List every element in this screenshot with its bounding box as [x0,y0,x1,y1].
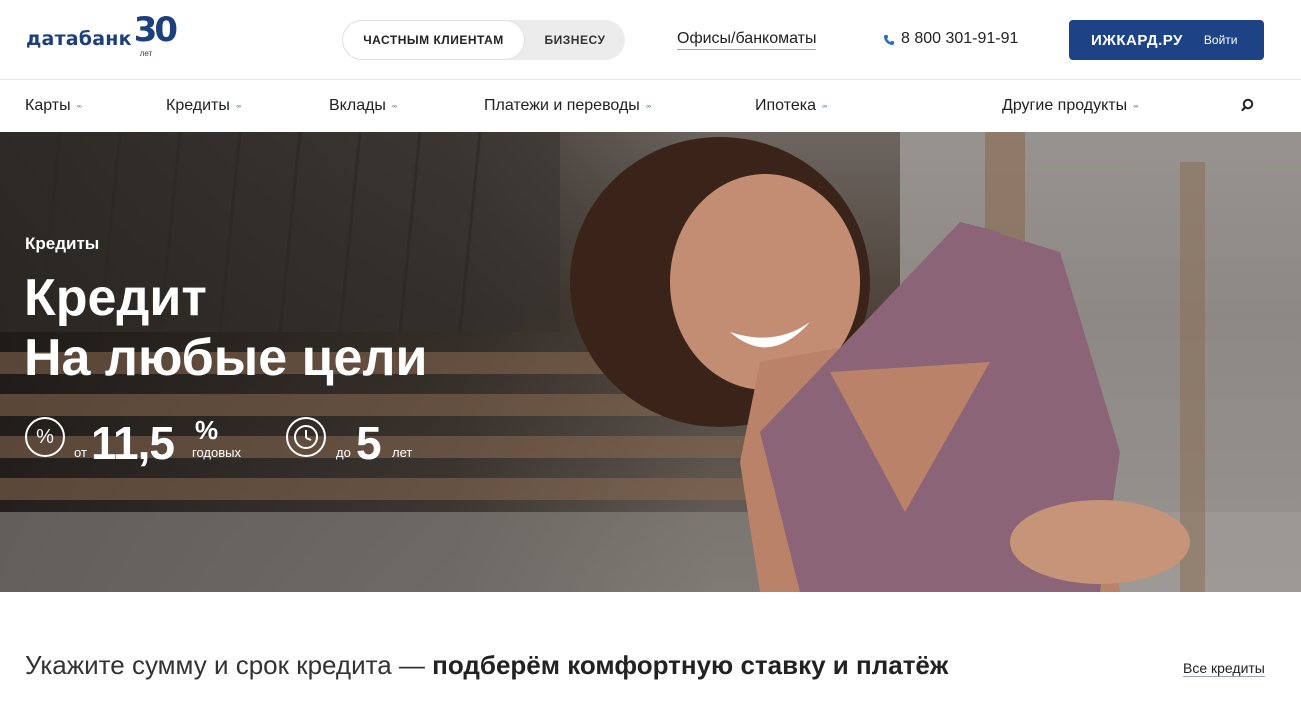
rate-value: 11,5 [91,417,175,469]
anniversary-badge: 30 лет [134,13,178,61]
segment-business[interactable]: БИЗНЕСУ [525,20,625,60]
rate-unit: % [195,415,219,445]
nav-item-label: Другие продукты [1002,97,1128,114]
phone-icon [883,33,895,45]
nav-item-deposits[interactable]: Вклады ◦◦ [329,97,397,115]
term-suffix: лет [392,445,413,460]
nav-item-cards[interactable]: Карты ◦◦ [25,97,82,115]
hero-banner[interactable]: Кредиты Кредит На любые цели % от 11,5 %… [0,132,1301,592]
anniversary-caption: лет [139,49,153,58]
segment-private-clients[interactable]: ЧАСТНЫМ КЛИЕНТАМ [342,20,525,60]
calculator-title-plain: Укажите сумму и срок кредита — [25,650,433,680]
hero-category: Кредиты [25,234,100,253]
audience-switcher: ЧАСТНЫМ КЛИЕНТАМ БИЗНЕСУ [342,20,625,60]
nav-item-label: Кредиты [166,97,230,114]
chevron-down-icon: ◦◦ [645,101,651,111]
calculator-title-bold: подберём комфортную ставку и платёж [432,650,949,680]
nav-item-credits[interactable]: Кредиты ◦◦ [166,97,241,115]
nav-item-label: Ипотека [755,97,817,114]
percent-icon: % [25,417,65,457]
nav-item-label: Вклады [329,97,386,114]
chevron-down-icon: ◦◦ [822,101,827,111]
offices-atms-link[interactable]: Офисы/банкоматы [677,30,817,50]
rate-suffix: годовых [192,445,241,460]
phone-number[interactable]: 8 800 301-91-91 [883,30,1018,48]
logo[interactable]: датабанк 30 лет [26,13,178,61]
term-prefix: до [336,445,351,460]
logo-text: датабанк [26,28,132,50]
phone-number-text: 8 800 301-91-91 [901,30,1019,47]
login-button[interactable]: ИЖКАРД.РУ Войти [1069,20,1264,60]
login-label: Войти [1203,33,1238,47]
hero-title-line2: На любые цели [24,329,428,387]
nav-item-other-products[interactable]: Другие продукты ◦◦ [1002,97,1139,115]
hero-title-line1: Кредит [24,269,207,327]
nav-item-label: Карты [25,97,71,114]
clock-icon [286,417,326,457]
nav-item-label: Платежи и переводы [484,97,640,114]
calculator-title: Укажите сумму и срок кредита — подберём … [25,650,948,681]
chevron-down-icon: ◦◦ [391,101,397,111]
chevron-down-icon: ◦◦ [76,101,82,111]
rate-prefix: от [74,445,87,460]
login-brand: ИЖКАРД.РУ [1091,31,1183,49]
all-credits-link[interactable]: Все кредиты [1183,660,1265,677]
term-value: 5 [356,417,382,469]
site-header: датабанк 30 лет ЧАСТНЫМ КЛИЕНТАМ БИЗНЕСУ… [0,0,1301,80]
nav-item-mortgage[interactable]: Ипотека ◦◦ [755,97,828,115]
chevron-down-icon: ◦◦ [235,101,241,111]
main-nav: Карты ◦◦ Кредиты ◦◦ Вклады ◦◦ Платежи и пер… [0,81,1301,132]
anniversary-number: 30 [133,10,178,50]
chevron-down-icon: ◦◦ [1133,101,1138,111]
search-icon[interactable] [1240,97,1258,115]
nav-item-payments[interactable]: Платежи и переводы ◦◦ [484,97,651,115]
